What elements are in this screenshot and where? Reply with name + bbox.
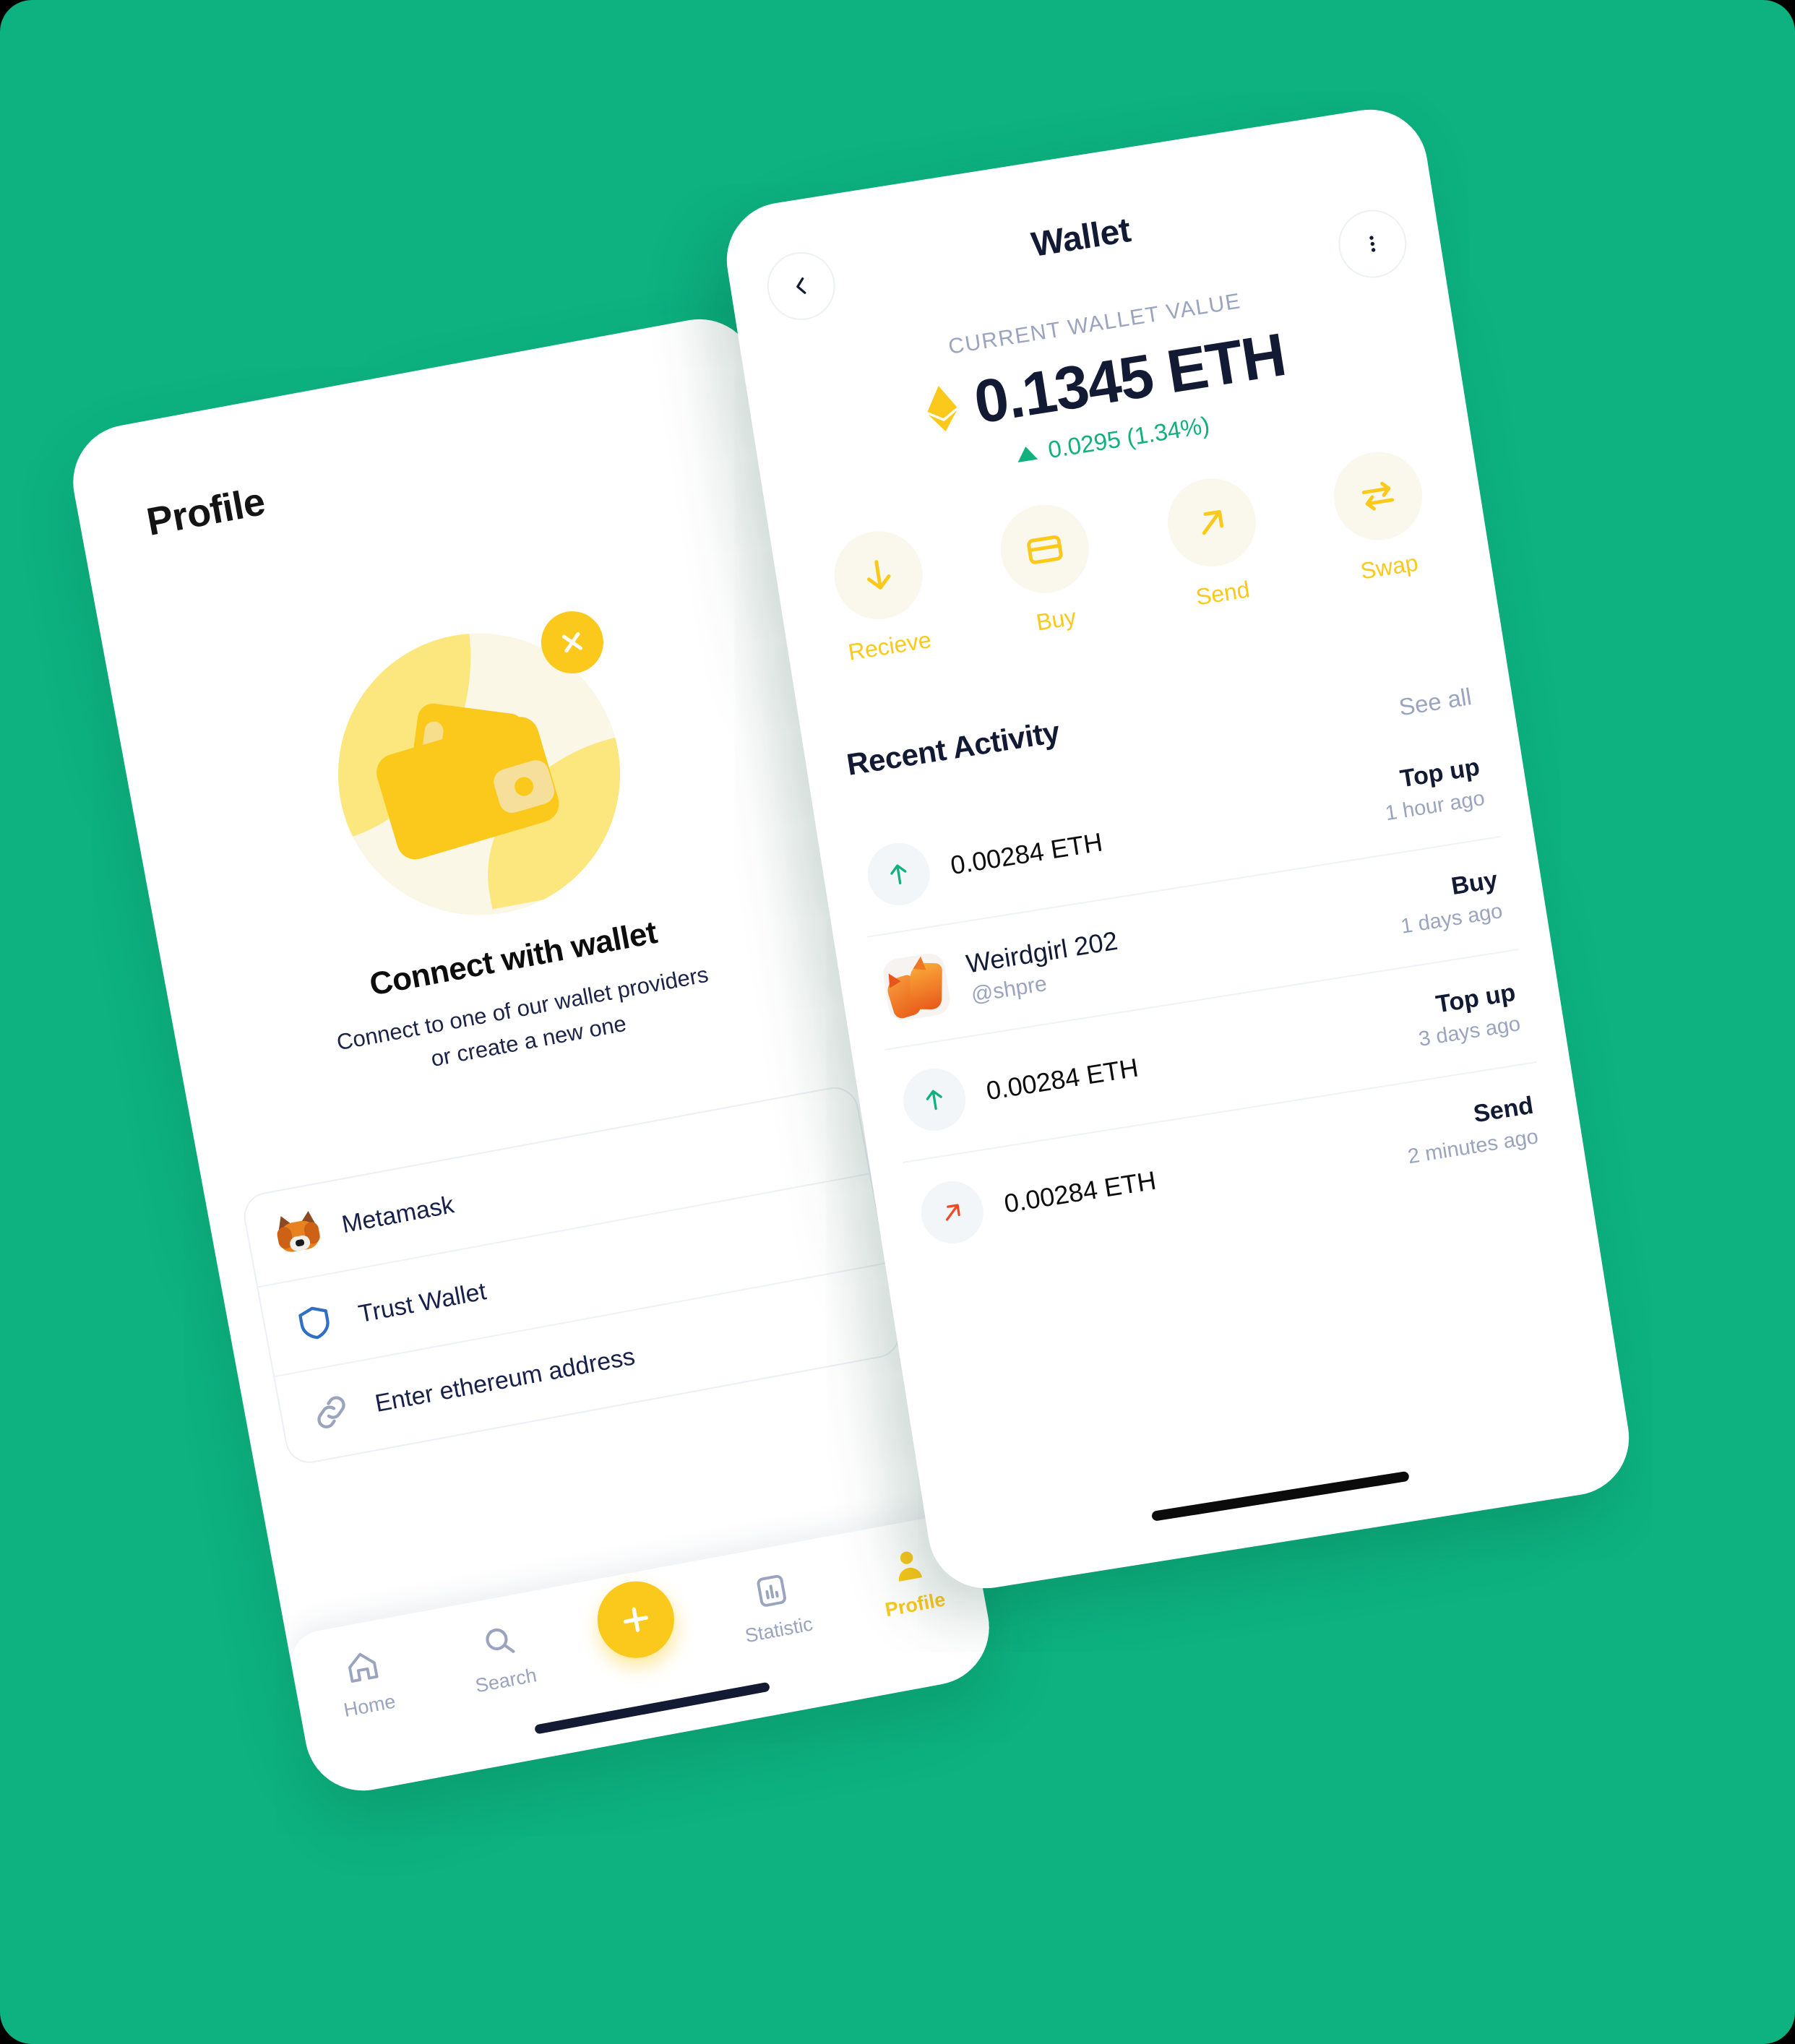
recent-activity-list: 0.00284 ETH Top up 1 hour ago Weirdgirl … <box>849 724 1554 1275</box>
action-recieve[interactable]: Recieve <box>800 520 963 670</box>
arrow-up-icon <box>863 838 934 910</box>
arrow-up-right-icon <box>916 1176 989 1249</box>
provider-label: Trust Wallet <box>356 1277 488 1328</box>
action-label: Recieve <box>846 626 934 665</box>
plus-icon <box>623 1607 648 1632</box>
nav-label: Home <box>342 1690 397 1722</box>
nav-item-add-fab[interactable] <box>578 1574 696 1668</box>
see-all-link[interactable]: See all <box>1397 683 1473 721</box>
metamask-fox-icon <box>271 1207 325 1261</box>
home-indicator <box>1151 1470 1410 1522</box>
action-buy[interactable]: Buy <box>967 494 1130 644</box>
action-label: Swap <box>1359 549 1420 585</box>
provider-label: Metamask <box>340 1190 457 1238</box>
bottom-navigation-bar: Home Search Statistic Profile <box>286 1510 999 1801</box>
fox-avatar <box>881 951 952 1023</box>
page-title: Profile <box>143 479 269 544</box>
nav-label: Search <box>473 1664 539 1697</box>
link-icon <box>304 1385 358 1439</box>
person-icon <box>898 1551 923 1582</box>
activity-amount: 0.00284 ETH <box>1002 1165 1158 1219</box>
nav-item-statistic[interactable]: Statistic <box>715 1563 834 1652</box>
mockup-canvas: Profile Connect with wallet Connect to o… <box>0 0 1795 2044</box>
action-swap[interactable]: Swap <box>1300 441 1463 592</box>
action-send[interactable]: Send <box>1133 467 1296 618</box>
chart-icon <box>757 1574 786 1607</box>
arrow-up-icon <box>898 1064 970 1136</box>
recent-activity-heading: Recent Activity <box>844 714 1062 782</box>
ethereum-icon <box>926 385 958 431</box>
wallet-illustration <box>314 605 644 939</box>
action-label: Send <box>1194 576 1252 611</box>
add-button[interactable] <box>591 1574 681 1665</box>
nav-label: Statistic <box>743 1613 814 1647</box>
arrow-up-right-icon <box>1161 472 1262 573</box>
shield-icon <box>288 1295 342 1350</box>
more-vertical-icon <box>1369 236 1376 252</box>
home-indicator <box>534 1681 770 1735</box>
activity-amount: 0.00284 ETH <box>948 827 1105 881</box>
provider-label: Enter ethereum address <box>372 1342 637 1418</box>
home-icon <box>348 1652 379 1683</box>
wallet-provider-list: Metamask Trust Wallet Enter ethereum add… <box>240 1083 904 1467</box>
nav-item-search[interactable]: Search <box>442 1613 561 1702</box>
swap-arrows-icon <box>1327 445 1429 547</box>
search-icon <box>486 1628 515 1653</box>
action-label: Buy <box>1034 603 1078 636</box>
arrow-down-icon <box>827 525 929 626</box>
nav-item-home[interactable]: Home <box>306 1639 425 1728</box>
credit-card-icon <box>994 498 1095 600</box>
activity-amount: 0.00284 ETH <box>983 1052 1140 1106</box>
triangle-up-icon <box>1015 444 1038 463</box>
